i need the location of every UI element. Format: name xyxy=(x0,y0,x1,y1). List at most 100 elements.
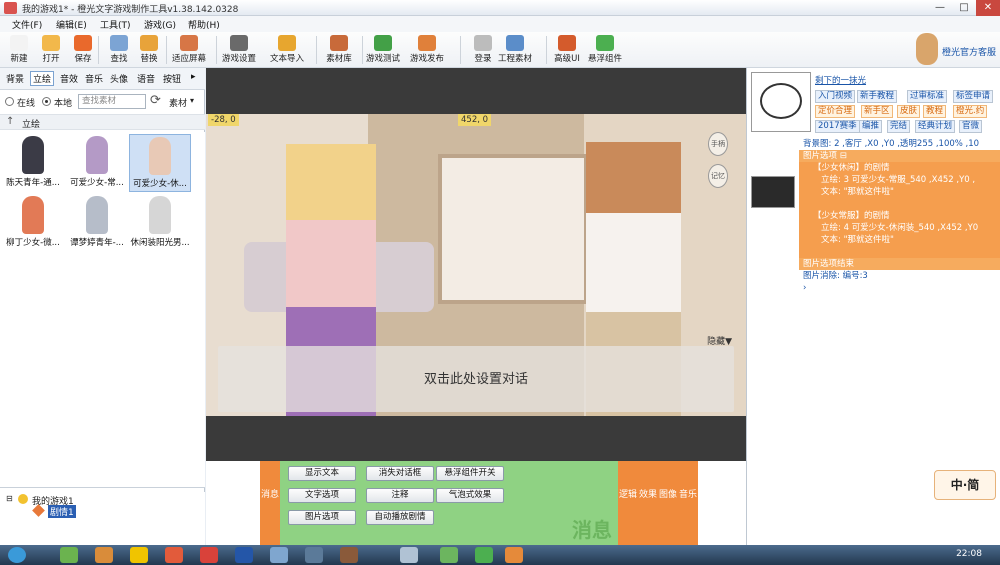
support-area[interactable]: 橙光官方客服 xyxy=(904,32,1000,68)
comment-button[interactable]: 注释 xyxy=(366,488,434,503)
toolbar-project-assets-button[interactable]: 工程素材 xyxy=(498,34,532,68)
community-tag[interactable]: 入门视频 xyxy=(815,90,856,103)
text-option-button[interactable]: 文字选项 xyxy=(288,488,356,503)
tab-avatar[interactable]: 头像 xyxy=(110,72,128,85)
asset-dropdown[interactable]: 素材 xyxy=(169,96,187,109)
refresh-icon[interactable]: ⟳ xyxy=(150,93,161,108)
taskbar-app-icon[interactable] xyxy=(60,547,78,563)
toolbar-open-folder-button[interactable]: 打开 xyxy=(34,34,68,68)
show-text-button[interactable]: 显示文本 xyxy=(288,466,356,481)
toolbar-test-play-button[interactable]: 游戏测试 xyxy=(366,34,400,68)
floating-toggle-button[interactable]: 悬浮组件开关 xyxy=(436,466,504,481)
timeline-line[interactable]: 【少女常服】的剧情 xyxy=(799,210,1000,222)
tab-background[interactable]: 背景 xyxy=(6,72,24,85)
up-arrow-icon[interactable]: ↑ xyxy=(6,116,14,127)
community-tag[interactable]: 经典计划 xyxy=(915,120,956,133)
taskbar-app-icon[interactable] xyxy=(440,547,458,563)
tab-more-icon[interactable]: ▸ xyxy=(191,72,196,82)
toolbar-find-button[interactable]: 查找 xyxy=(102,34,136,68)
timeline-line[interactable] xyxy=(799,198,1000,210)
taskbar-app-icon[interactable] xyxy=(340,547,358,563)
close-button[interactable]: ✕ xyxy=(976,0,1000,16)
toolbar-advanced-ui-button[interactable]: 高级UI xyxy=(550,34,584,68)
timeline-line[interactable]: 文本: "那就这件啦" xyxy=(799,186,1000,198)
tab-logic[interactable]: 逻辑 xyxy=(618,461,638,545)
maximize-button[interactable]: □ xyxy=(952,0,976,16)
tab-music[interactable]: 音乐 xyxy=(85,72,103,85)
thumb-item[interactable]: 休闲装阳光男... xyxy=(129,194,191,252)
timeline-line[interactable]: 图片选项 ⊟ xyxy=(799,150,1000,162)
toolbar-text-import-button[interactable]: 文本导入 xyxy=(270,34,304,68)
scene-thumbnail[interactable] xyxy=(751,176,795,208)
thumb-item[interactable]: 陈天青年-通... xyxy=(2,134,64,192)
menu-edit[interactable]: 编辑(E) xyxy=(56,18,87,31)
chip-b[interactable]: 记忆 xyxy=(708,164,728,188)
toolbar-replace-button[interactable]: 替换 xyxy=(132,34,166,68)
community-tag[interactable]: 皮肤 xyxy=(897,105,921,118)
thumb-item[interactable]: 柳丁少女-微... xyxy=(2,194,64,252)
toolbar-save-button[interactable]: 保存 xyxy=(66,34,100,68)
timeline-line[interactable]: 背景图: 2 ,客厅 ,X0 ,Y0 ,透明255 ,100% ,10 xyxy=(799,138,1000,150)
taskbar-app-icon[interactable] xyxy=(200,547,218,563)
online-radio[interactable] xyxy=(5,97,14,106)
tree-story-1[interactable]: 剧情1 xyxy=(48,505,76,518)
dialog-box[interactable]: 双击此处设置对话 xyxy=(218,346,734,412)
toolbar-fit-screen-button[interactable]: 适应屏幕 xyxy=(172,34,206,68)
community-tag[interactable]: 新手教程 xyxy=(857,90,898,103)
taskbar-app-icon[interactable] xyxy=(475,547,493,563)
menu-help[interactable]: 帮助(H) xyxy=(188,18,220,31)
timeline-line[interactable]: 图片选项结束 xyxy=(799,258,1000,270)
thumb-item-selected[interactable]: 可爱少女-休... xyxy=(129,134,191,192)
taskbar-app-icon[interactable] xyxy=(270,547,288,563)
community-tag[interactable]: 橙光.约 xyxy=(953,105,988,118)
community-tag[interactable]: 官微 xyxy=(959,120,983,133)
taskbar-app-icon[interactable] xyxy=(165,547,183,563)
tab-message[interactable]: 消息 xyxy=(260,461,280,545)
toolbar-settings-gear-button[interactable]: 游戏设置 xyxy=(222,34,256,68)
bubble-effect-button[interactable]: 气泡式效果 xyxy=(436,488,504,503)
timeline-line[interactable]: 【少女休闲】的剧情 xyxy=(799,162,1000,174)
collapse-icon[interactable]: ⊟ xyxy=(6,494,13,503)
timeline-line[interactable]: 图片消除: 编号:3 xyxy=(799,270,1000,282)
taskbar-app-icon[interactable] xyxy=(305,547,323,563)
tab-music-cmd[interactable]: 音乐 xyxy=(678,461,698,545)
taskbar-app-icon[interactable] xyxy=(235,547,253,563)
menu-file[interactable]: 文件(F) xyxy=(12,18,42,31)
timeline-line[interactable] xyxy=(799,246,1000,258)
chevron-down-icon[interactable]: ▾ xyxy=(190,96,194,105)
ime-indicator[interactable]: 中·简 xyxy=(934,470,996,500)
taskbar-app-icon[interactable] xyxy=(95,547,113,563)
author-link[interactable]: 剩下的一抹光 xyxy=(815,74,866,86)
taskbar-app-icon[interactable] xyxy=(505,547,523,563)
stage-canvas[interactable]: 手柄 记忆 隐藏▼ 双击此处设置对话 xyxy=(206,114,746,416)
tab-standing[interactable]: 立绘 xyxy=(30,71,55,86)
start-button[interactable] xyxy=(8,547,26,563)
toolbar-publish-button[interactable]: 游戏发布 xyxy=(410,34,444,68)
community-tag[interactable]: 2017赛季 xyxy=(815,120,860,133)
timeline-line[interactable]: 文本: "那就这件啦" xyxy=(799,234,1000,246)
community-tag[interactable]: 新手区 xyxy=(861,105,893,118)
thumb-item[interactable]: 谭梦婷青年-... xyxy=(66,194,128,252)
community-tag[interactable]: 定价合理 xyxy=(815,105,856,118)
community-tag[interactable]: 完结 xyxy=(887,120,911,133)
timeline-line[interactable]: 立绘: 4 可爱少女-休闲装_540 ,X452 ,Y0 xyxy=(799,222,1000,234)
community-tag[interactable]: 编推 xyxy=(859,120,883,133)
autoplay-button[interactable]: 自动播放剧情 xyxy=(366,510,434,525)
community-tag[interactable]: 标签申请 xyxy=(953,90,994,103)
tab-button[interactable]: 按钮 xyxy=(163,72,181,85)
asset-search-input[interactable]: 查找素材 xyxy=(78,94,146,109)
thumb-item[interactable]: 可爱少女-常... xyxy=(66,134,128,192)
tab-image[interactable]: 图像 xyxy=(658,461,678,545)
timeline-line[interactable]: 立绘: 3 可爱少女-常服_540 ,X452 ,Y0 , xyxy=(799,174,1000,186)
image-option-button[interactable]: 图片选项 xyxy=(288,510,356,525)
hide-dialog-cmd-button[interactable]: 消失对话框 xyxy=(366,466,434,481)
local-radio[interactable] xyxy=(42,97,51,106)
community-tag[interactable]: 教程 xyxy=(923,105,947,118)
taskbar-app-icon[interactable] xyxy=(400,547,418,563)
community-tag[interactable]: 过审标准 xyxy=(907,90,948,103)
toolbar-login-star-button[interactable]: 登录 xyxy=(466,34,500,68)
menu-tools[interactable]: 工具(T) xyxy=(100,18,131,31)
tab-sfx[interactable]: 音效 xyxy=(60,72,78,85)
tab-voice[interactable]: 语音 xyxy=(137,72,155,85)
taskbar-app-icon[interactable] xyxy=(130,547,148,563)
